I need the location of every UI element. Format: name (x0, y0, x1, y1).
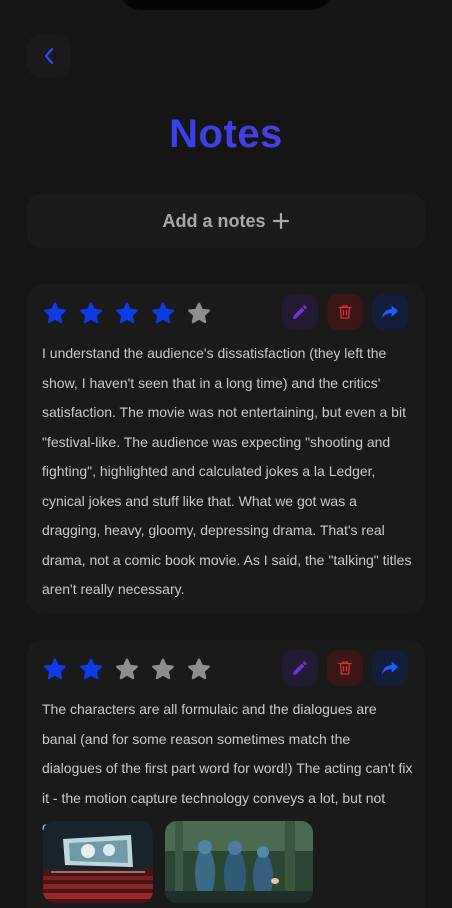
share-button[interactable] (372, 294, 408, 330)
add-note-label: Add a notes (162, 210, 266, 231)
attachment-image-avatar[interactable] (165, 821, 313, 903)
star-icon[interactable] (114, 301, 140, 327)
star-icon[interactable] (78, 657, 104, 683)
page-title: Notes (0, 108, 452, 160)
attachment-image-cinema[interactable] (43, 821, 153, 903)
note-actions (282, 650, 408, 686)
pencil-icon (293, 661, 307, 675)
trash-icon (338, 661, 352, 675)
star-rating[interactable] (42, 657, 212, 683)
note-attachments (43, 821, 313, 903)
star-icon[interactable] (42, 301, 68, 327)
chevron-left-icon (44, 47, 54, 65)
star-rating[interactable] (42, 301, 212, 327)
device-notch (118, 0, 334, 10)
star-icon[interactable] (114, 657, 140, 683)
star-icon[interactable] (78, 301, 104, 327)
star-icon[interactable] (150, 657, 176, 683)
edit-button[interactable] (282, 650, 318, 686)
note-actions (282, 294, 408, 330)
pencil-icon (293, 305, 307, 319)
back-button[interactable] (27, 34, 71, 78)
forest-scene-image (165, 821, 313, 903)
delete-button[interactable] (327, 294, 363, 330)
note-card: The characters are all formulaic and the… (27, 640, 425, 908)
edit-button[interactable] (282, 294, 318, 330)
share-arrow-icon (381, 305, 399, 319)
star-icon[interactable] (150, 301, 176, 327)
cinema-screen-image (43, 821, 153, 903)
add-note-button[interactable]: Add a notes (27, 194, 425, 248)
star-icon[interactable] (42, 657, 68, 683)
note-card: I understand the audience's dissatisfact… (27, 284, 425, 614)
star-icon[interactable] (186, 657, 212, 683)
plus-icon (272, 212, 290, 230)
notes-screen: Notes Add a notes I understand the audie… (0, 0, 452, 908)
delete-button[interactable] (327, 650, 363, 686)
star-icon[interactable] (186, 301, 212, 327)
share-button[interactable] (372, 650, 408, 686)
share-arrow-icon (381, 661, 399, 675)
trash-icon (338, 305, 352, 319)
note-text: I understand the audience's dissatisfact… (42, 345, 412, 597)
